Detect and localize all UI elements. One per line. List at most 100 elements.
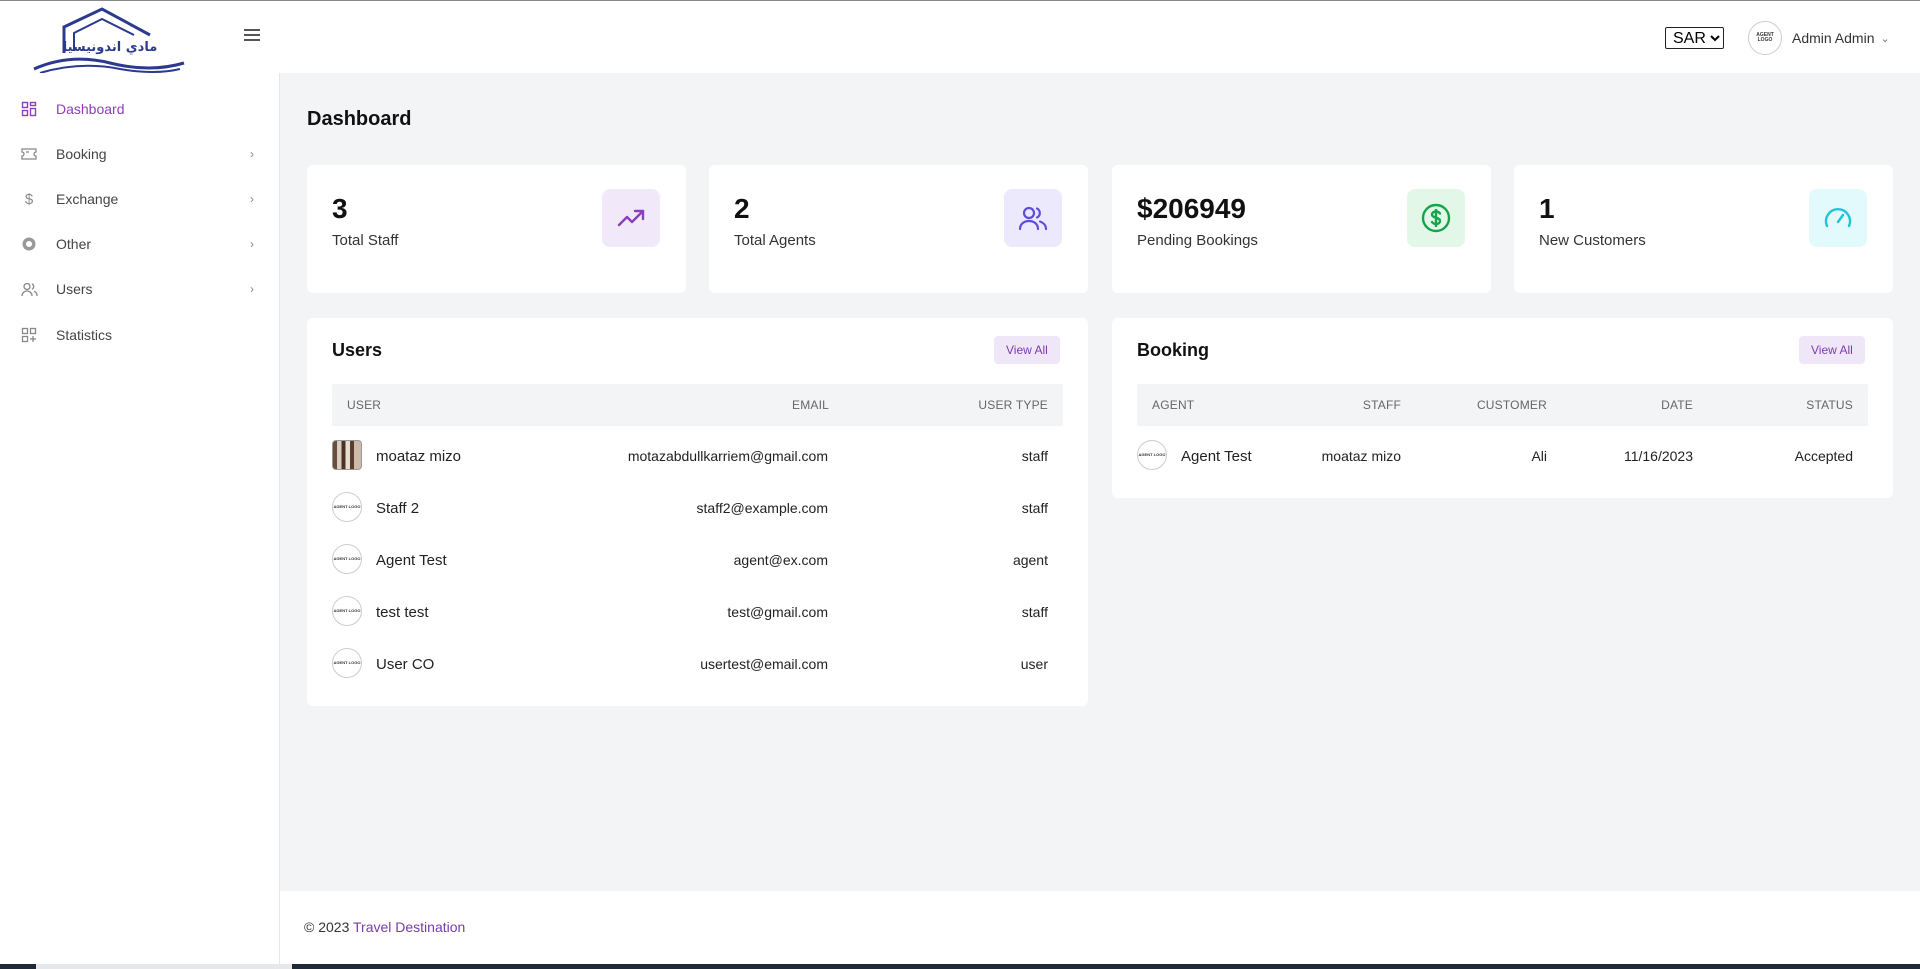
booking-view-all-button[interactable]: View All [1799, 336, 1865, 364]
page-title: Dashboard [307, 108, 412, 130]
column-header: DATE [1661, 398, 1693, 412]
avatar: AGENT LOGO [332, 544, 362, 574]
stat-label: Total Agents [734, 232, 816, 249]
stat-value: $206949 [1137, 193, 1247, 224]
table-row[interactable]: AGENT LOGO test test test@gmail.com staf… [332, 586, 1063, 638]
stat-label: Total Staff [332, 232, 399, 249]
chevron-right-icon: › [250, 282, 254, 296]
user-menu[interactable]: AGENT LOGO Admin Admin ⌄ [1748, 21, 1890, 55]
sidebar-item-exchange[interactable]: $ Exchange › [0, 181, 280, 217]
sidebar-item-label: Booking [56, 146, 107, 162]
brand-logo[interactable]: مادي اندونيسيا [30, 5, 190, 75]
stat-value: 1 [1539, 193, 1555, 224]
table-row[interactable]: AGENT LOGO Agent Test moataz mizo Ali 11… [1137, 430, 1868, 482]
sidebar-item-label: Other [56, 236, 92, 252]
user-email: staff2@example.com [696, 500, 828, 516]
users-view-all-button[interactable]: View All [994, 336, 1060, 364]
top-bar: مادي اندونيسيا SAR AGENT LOGO Admin Admi… [0, 0, 1920, 75]
users-icon [1004, 189, 1062, 247]
stat-card-pending-bookings: $206949 Pending Bookings [1112, 165, 1491, 293]
table-header: AGENT STAFF CUSTOMER DATE STATUS [1137, 384, 1868, 426]
sidebar-item-statistics[interactable]: Statistics [0, 317, 280, 353]
user-type: user [1020, 656, 1048, 672]
sidebar-item-label: Dashboard [56, 101, 125, 117]
user-email: usertest@email.com [700, 656, 828, 672]
avatar: AGENT LOGO [332, 648, 362, 678]
avatar [332, 440, 362, 470]
avatar: AGENT LOGO [1137, 440, 1167, 470]
booking-status: Accepted [1794, 448, 1853, 464]
booking-date: 11/16/2023 [1623, 448, 1693, 464]
stat-card-total-staff: 3 Total Staff [307, 165, 686, 293]
booking-staff: moataz mizo [1321, 448, 1401, 464]
user-email: test@gmail.com [727, 604, 828, 620]
user-type: staff [1021, 604, 1048, 620]
stat-card-total-agents: 2 Total Agents [709, 165, 1088, 293]
user-email: motazabdullkarriem@gmail.com [627, 448, 828, 464]
table-row[interactable]: moataz mizo motazabdullkarriem@gmail.com… [332, 430, 1063, 482]
ticket-icon [20, 145, 38, 163]
footer-link[interactable]: Travel Destination [353, 919, 465, 935]
table-header: USER EMAIL USER TYPE [332, 384, 1063, 426]
chevron-right-icon: › [250, 147, 254, 161]
currency-select[interactable]: SAR [1665, 27, 1724, 49]
sidebar-item-label: Exchange [56, 191, 119, 207]
stat-label: Pending Bookings [1137, 232, 1258, 249]
speedometer-icon [1809, 189, 1867, 247]
sidebar-item-dashboard[interactable]: Dashboard [0, 91, 280, 127]
sidebar: Dashboard Booking › $ Exchange › Other ›… [0, 73, 280, 969]
card-title: Users [332, 340, 383, 360]
statistics-icon [20, 326, 38, 344]
taskbar-search[interactable] [36, 964, 292, 969]
avatar: AGENT LOGO [332, 492, 362, 522]
user-type: staff [1021, 500, 1048, 516]
footer: © 2023 Travel Destination [280, 891, 1920, 964]
users-card: Users View All USER EMAIL USER TYPE moat… [307, 318, 1088, 706]
sidebar-item-label: Statistics [56, 327, 113, 343]
os-taskbar [0, 964, 1920, 969]
sidebar-item-users[interactable]: Users › [0, 271, 280, 307]
column-header: STATUS [1806, 398, 1853, 412]
avatar: AGENT LOGO [332, 596, 362, 626]
menu-toggle-icon[interactable] [244, 29, 260, 43]
circle-icon [20, 235, 38, 253]
chevron-right-icon: › [250, 192, 254, 206]
booking-agent: Agent Test [1181, 448, 1252, 465]
stat-value: 2 [734, 193, 750, 224]
stat-card-new-customers: 1 New Customers [1514, 165, 1893, 293]
user-name: Agent Test [376, 552, 447, 569]
user-email: agent@ex.com [733, 552, 828, 568]
copyright: © 2023 [304, 919, 350, 935]
column-header: USER [347, 398, 382, 412]
sidebar-item-label: Users [56, 281, 93, 297]
dollar-circle-icon [1407, 189, 1465, 247]
footer-text: © 2023 Travel Destination [304, 919, 465, 935]
column-header: STAFF [1362, 398, 1401, 412]
chevron-right-icon: › [250, 237, 254, 251]
dashboard-icon [20, 100, 38, 118]
user-name: moataz mizo [376, 448, 462, 465]
column-header: EMAIL [792, 398, 830, 412]
column-header: USER TYPE [978, 398, 1048, 412]
table-row[interactable]: AGENT LOGO Agent Test agent@ex.com agent [332, 534, 1063, 586]
booking-card: Booking View All AGENT STAFF CUSTOMER DA… [1112, 318, 1893, 498]
user-name: Staff 2 [376, 500, 420, 517]
table-row[interactable]: AGENT LOGO User CO usertest@email.com us… [332, 638, 1063, 690]
dollar-icon: $ [24, 190, 34, 208]
booking-customer: Ali [1531, 448, 1547, 464]
column-header: CUSTOMER [1476, 398, 1547, 412]
sidebar-item-booking[interactable]: Booking › [0, 136, 280, 172]
user-type: agent [1012, 552, 1048, 568]
sidebar-item-other[interactable]: Other › [0, 226, 280, 262]
column-header: AGENT [1152, 398, 1195, 412]
logo-house-icon: مادي اندونيسيا [33, 7, 185, 74]
avatar: AGENT LOGO [1748, 21, 1782, 55]
trending-up-icon [602, 189, 660, 247]
users-icon [20, 280, 38, 298]
user-name: Admin Admin [1792, 30, 1875, 46]
logo-text: مادي اندونيسيا [63, 40, 158, 55]
stat-label: New Customers [1539, 232, 1646, 249]
table-row[interactable]: AGENT LOGO Staff 2 staff2@example.com st… [332, 482, 1063, 534]
user-type: staff [1021, 448, 1048, 464]
user-name: User CO [376, 656, 435, 673]
